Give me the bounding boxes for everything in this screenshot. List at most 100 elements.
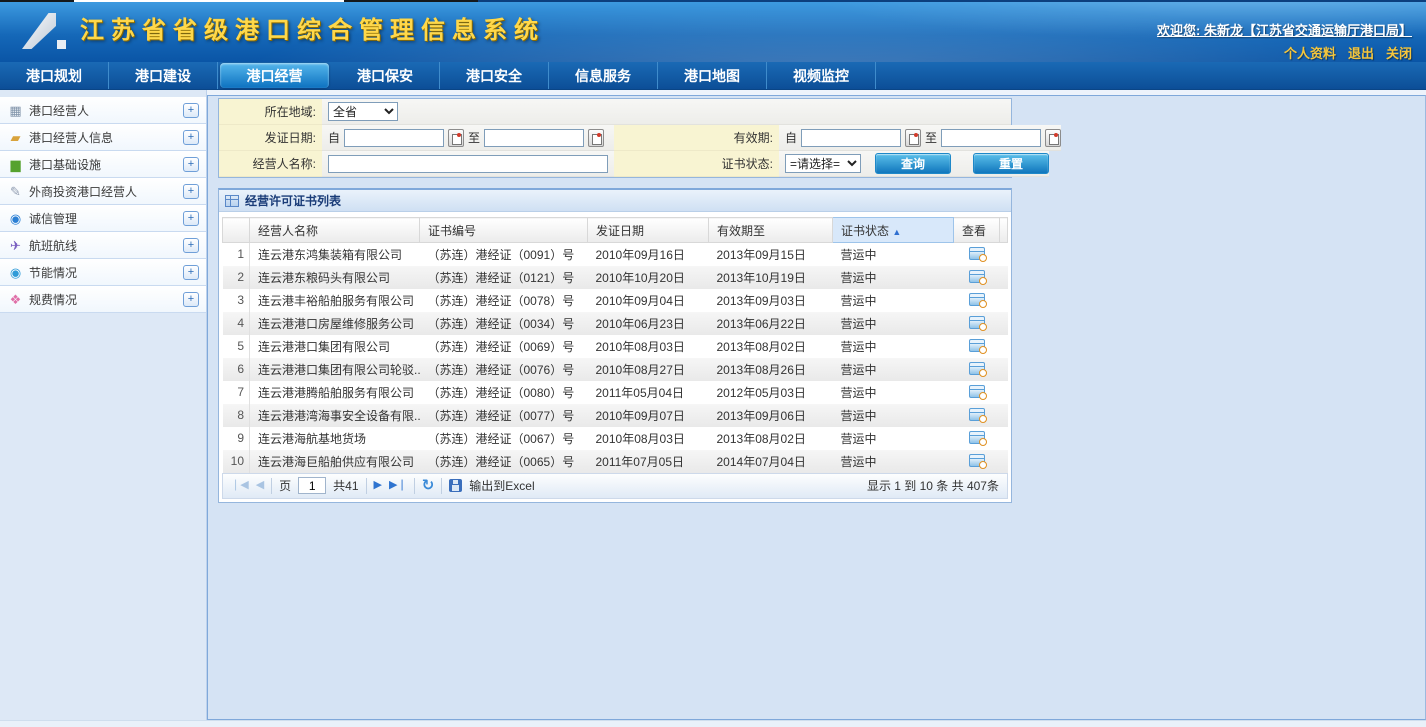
validity-from-input[interactable] xyxy=(801,129,901,147)
col-header-issue-date[interactable]: 发证日期 xyxy=(588,218,709,243)
sidebar-item-港口基础设施[interactable]: ▆港口基础设施+ xyxy=(0,151,206,178)
to-label: 至 xyxy=(925,129,937,146)
expand-plus-icon[interactable]: + xyxy=(183,238,199,253)
view-record-icon[interactable] xyxy=(969,408,985,421)
cell-valid: 2013年08月02日 xyxy=(709,427,833,450)
calendar-icon[interactable] xyxy=(588,129,604,147)
nav-tab-港口规划[interactable]: 港口规划 xyxy=(0,62,109,89)
operator-name-cell xyxy=(322,151,614,177)
view-record-icon[interactable] xyxy=(969,293,985,306)
reset-button[interactable]: 重置 xyxy=(973,153,1049,174)
issue-date-to-input[interactable] xyxy=(484,129,584,147)
search-row-region: 所在地域: 全省 xyxy=(219,99,1011,125)
cell-name: 连云港港口集团有限公司 xyxy=(250,335,420,358)
header-link-1[interactable]: 退出 xyxy=(1348,43,1374,62)
col-header-valid-until[interactable]: 有效期至 xyxy=(709,218,833,243)
integrity-icon: ◉ xyxy=(7,212,24,225)
cell-name: 连云港港腾船舶服务有限公司 xyxy=(250,381,420,404)
cell-status: 营运中 xyxy=(833,404,954,427)
cell-cert: （苏连）港经证（0121）号 xyxy=(420,266,588,289)
cell-num: 1 xyxy=(223,243,250,266)
cell-cert: （苏连）港经证（0076）号 xyxy=(420,358,588,381)
cell-valid: 2012年05月03日 xyxy=(709,381,833,404)
table-row[interactable]: 8连云港港湾海事安全设备有限...（苏连）港经证（0077）号2010年09月0… xyxy=(223,404,1008,427)
nav-tab-港口地图[interactable]: 港口地图 xyxy=(658,62,767,89)
sidebar-item-航班航线[interactable]: ✈航班航线+ xyxy=(0,232,206,259)
cell-filler xyxy=(1000,289,1008,312)
table-row[interactable]: 4连云港港口房屋维修服务公司（苏连）港经证（0034）号2010年06月23日2… xyxy=(223,312,1008,335)
table-row[interactable]: 5连云港港口集团有限公司（苏连）港经证（0069）号2010年08月03日201… xyxy=(223,335,1008,358)
nav-tab-港口经营[interactable]: 港口经营 xyxy=(220,63,329,88)
region-select[interactable]: 全省 xyxy=(328,102,398,121)
page-input[interactable] xyxy=(298,477,326,494)
table-row[interactable]: 6连云港港口集团有限公司轮驳...（苏连）港经证（0076）号2010年08月2… xyxy=(223,358,1008,381)
cert-status-select[interactable]: =请选择= xyxy=(785,154,861,173)
nav-tab-视频监控[interactable]: 视频监控 xyxy=(767,62,876,89)
sidebar-item-节能情况[interactable]: ◉节能情况+ xyxy=(0,259,206,286)
calendar-icon[interactable] xyxy=(1045,129,1061,147)
expand-plus-icon[interactable]: + xyxy=(183,103,199,118)
welcome-text: 欢迎您: 朱新龙【江苏省交通运输厅港口局】 xyxy=(1157,20,1412,39)
col-header-view[interactable]: 查看 xyxy=(954,218,1000,243)
view-record-icon[interactable] xyxy=(969,431,985,444)
sidebar-item-诚信管理[interactable]: ◉ 诚信管理+ xyxy=(0,205,206,232)
first-page-icon[interactable]: ❘◀ xyxy=(231,480,249,491)
operator-name-input[interactable] xyxy=(328,155,608,173)
nav-tab-信息服务[interactable]: 信息服务 xyxy=(549,62,658,89)
search-row-dates: 发证日期: 自 至 有效期: 自 至 xyxy=(219,125,1011,151)
calendar-icon[interactable] xyxy=(905,129,921,147)
expand-plus-icon[interactable]: + xyxy=(183,211,199,226)
issue-date-cell: 自 至 xyxy=(322,125,614,151)
cell-issue: 2010年10月20日 xyxy=(588,266,709,289)
nav-tab-港口安全[interactable]: 港口安全 xyxy=(440,62,549,89)
validity-to-input[interactable] xyxy=(941,129,1041,147)
operator-name-label: 经营人名称: xyxy=(219,151,322,177)
sidebar-item-港口经营人[interactable]: ▦港口经营人+ xyxy=(0,97,206,124)
expand-plus-icon[interactable]: + xyxy=(183,157,199,172)
view-record-icon[interactable] xyxy=(969,385,985,398)
export-excel-button[interactable]: 输出到Excel xyxy=(469,477,534,494)
view-record-icon[interactable] xyxy=(969,270,985,283)
header-link-0[interactable]: 个人资料 xyxy=(1284,43,1336,62)
sidebar: ▦港口经营人+▰港口经营人信息+▆港口基础设施+✎外商投资港口经营人+ ◉ 诚信管理… xyxy=(0,90,207,720)
sidebar-item-外商投资港口经营人[interactable]: ✎外商投资港口经营人+ xyxy=(0,178,206,205)
expand-plus-icon[interactable]: + xyxy=(183,292,199,307)
table-row[interactable]: 2连云港东粮码头有限公司（苏连）港经证（0121）号2010年10月20日201… xyxy=(223,266,1008,289)
cert-table: 经营人名称 证书编号 发证日期 有效期至 证书状态 ▲ 查看 1连云港东鸿集装箱… xyxy=(222,217,1008,473)
view-record-icon[interactable] xyxy=(969,454,985,467)
header-link-2[interactable]: 关闭 xyxy=(1386,43,1412,62)
col-header-status-sorted[interactable]: 证书状态 ▲ xyxy=(833,218,954,243)
issue-date-from-input[interactable] xyxy=(344,129,444,147)
sidebar-item-label: 诚信管理 xyxy=(29,210,183,227)
view-record-icon[interactable] xyxy=(969,339,985,352)
sidebar-item-规费情况[interactable]: ❖规费情况+ xyxy=(0,286,206,313)
expand-plus-icon[interactable]: + xyxy=(183,184,199,199)
pagination-bar: ❘◀ ◀ 页 共41 ▶ ▶❘ ↻ 输出到Excel 显示 1 到 10 条 共… xyxy=(222,473,1008,499)
sidebar-item-港口经营人信息[interactable]: ▰港口经营人信息+ xyxy=(0,124,206,151)
view-record-icon[interactable] xyxy=(969,247,985,260)
calendar-icon[interactable] xyxy=(448,129,464,147)
table-row[interactable]: 7连云港港腾船舶服务有限公司（苏连）港经证（0080）号2011年05月04日2… xyxy=(223,381,1008,404)
table-row[interactable]: 1连云港东鸿集装箱有限公司（苏连）港经证（0091）号2010年09月16日20… xyxy=(223,243,1008,266)
view-record-icon[interactable] xyxy=(969,362,985,375)
col-header-name[interactable]: 经营人名称 xyxy=(250,218,420,243)
next-page-icon[interactable]: ▶ xyxy=(374,480,382,491)
table-row[interactable]: 10连云港海巨船舶供应有限公司（苏连）港经证（0065）号2011年07月05日… xyxy=(223,450,1008,473)
view-record-icon[interactable] xyxy=(969,316,985,329)
cell-issue: 2011年07月05日 xyxy=(588,450,709,473)
validity-cell: 自 至 xyxy=(779,125,1061,151)
nav-tab-港口保安[interactable]: 港口保安 xyxy=(331,62,440,89)
prev-page-icon[interactable]: ◀ xyxy=(256,480,264,491)
cell-num: 7 xyxy=(223,381,250,404)
nav-tab-港口建设[interactable]: 港口建设 xyxy=(109,62,218,89)
save-excel-icon[interactable] xyxy=(449,479,462,492)
last-page-icon[interactable]: ▶❘ xyxy=(389,480,407,491)
col-header-cert-no[interactable]: 证书编号 xyxy=(420,218,588,243)
table-row[interactable]: 3连云港丰裕船舶服务有限公司（苏连）港经证（0078）号2010年09月04日2… xyxy=(223,289,1008,312)
cell-issue: 2010年06月23日 xyxy=(588,312,709,335)
expand-plus-icon[interactable]: + xyxy=(183,130,199,145)
refresh-icon[interactable]: ↻ xyxy=(422,478,435,493)
query-button[interactable]: 查询 xyxy=(875,153,951,174)
table-row[interactable]: 9连云港海航基地货场（苏连）港经证（0067）号2010年08月03日2013年… xyxy=(223,427,1008,450)
expand-plus-icon[interactable]: + xyxy=(183,265,199,280)
